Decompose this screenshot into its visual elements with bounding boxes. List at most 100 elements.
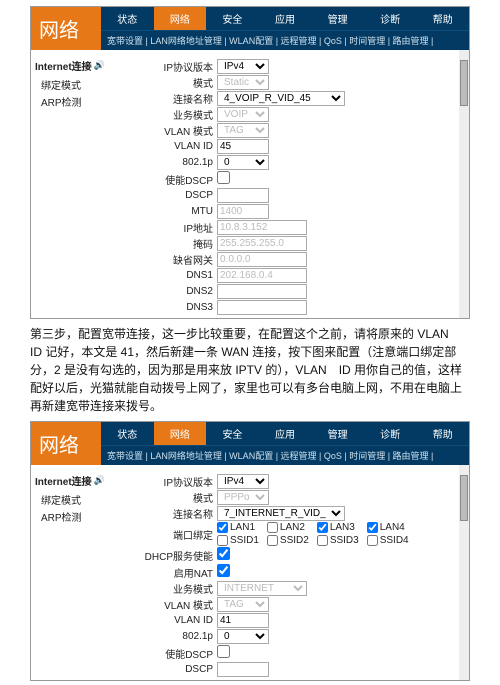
input-DSCP[interactable] — [217, 188, 269, 203]
field-label: DNS2 — [117, 286, 217, 297]
tab-应用[interactable]: 应用 — [259, 7, 312, 30]
field-label: 802.1p — [117, 631, 217, 642]
form-row: 业务模式VOIP — [117, 107, 463, 122]
tab-网络[interactable]: 网络 — [154, 422, 207, 445]
field-label: 使能DSCP — [117, 172, 217, 187]
input-掩码[interactable] — [217, 236, 307, 251]
checkbox-DHCP服务使能[interactable] — [217, 547, 230, 560]
field-label: IP协议版本 — [117, 474, 217, 489]
select-IP协议版本[interactable]: IPv4 — [217, 474, 269, 489]
select-业务模式[interactable]: INTERNET — [217, 581, 307, 596]
port-SSID2[interactable]: SSID2 — [267, 535, 309, 546]
sidebar: Internet连接 绑定模式 ARP检测 — [31, 50, 111, 318]
input-VLAN ID[interactable] — [217, 613, 269, 628]
port-SSID4[interactable]: SSID4 — [367, 535, 409, 546]
field-label: 缺省网关 — [117, 252, 217, 267]
select-VLAN 模式[interactable]: TAG — [217, 123, 269, 138]
field-label: 连接名称 — [117, 506, 217, 521]
checkbox-使能DSCP[interactable] — [217, 645, 230, 658]
form-row: VLAN ID — [117, 613, 463, 628]
tab-安全[interactable]: 安全 — [206, 7, 259, 30]
port-LAN1[interactable]: LAN1 — [217, 522, 259, 533]
checkbox-SSID1[interactable] — [217, 535, 228, 546]
select-VLAN 模式[interactable]: TAG — [217, 597, 269, 612]
sidebar-item[interactable]: ARP检测 — [41, 94, 109, 109]
form-row: DHCP服务使能 — [117, 547, 463, 563]
tab-诊断[interactable]: 诊断 — [364, 422, 417, 445]
tab-状态[interactable]: 状态 — [101, 7, 154, 30]
input-DSCP[interactable] — [217, 662, 269, 677]
port-SSID3[interactable]: SSID3 — [317, 535, 359, 546]
form-row: 掩码 — [117, 236, 463, 251]
form-row: DSCP — [117, 662, 463, 677]
main-tabs: 状态网络安全应用管理诊断帮助 — [101, 7, 469, 30]
checkbox-LAN2[interactable] — [267, 522, 278, 533]
field-label: VLAN 模式 — [117, 123, 217, 138]
input-缺省网关[interactable] — [217, 252, 307, 267]
field-label: 业务模式 — [117, 107, 217, 122]
form-row: 连接名称4_VOIP_R_VID_45 — [117, 91, 463, 106]
select-业务模式[interactable]: VOIP — [217, 107, 269, 122]
checkbox-SSID2[interactable] — [267, 535, 278, 546]
checkbox-LAN4[interactable] — [367, 522, 378, 533]
input-IP地址[interactable] — [217, 220, 307, 235]
select-连接名称[interactable]: 4_VOIP_R_VID_45 — [217, 91, 345, 106]
select-IP协议版本[interactable]: IPv4 — [217, 59, 269, 74]
port-LAN3[interactable]: LAN3 — [317, 522, 359, 533]
scrollbar-thumb[interactable] — [460, 475, 468, 521]
sidebar-title[interactable]: Internet连接 — [35, 58, 109, 73]
form-row: 模式Static — [117, 75, 463, 90]
checkbox-LAN3[interactable] — [317, 522, 328, 533]
tab-帮助[interactable]: 帮助 — [416, 422, 469, 445]
form-row: DNS1 — [117, 268, 463, 283]
select-802.1p[interactable]: 0 — [217, 155, 269, 170]
form-row: IP协议版本IPv4 — [117, 474, 463, 489]
tab-状态[interactable]: 状态 — [101, 422, 154, 445]
sub-nav[interactable]: 宽带设置 | LAN网络地址管理 | WLAN配置 | 远程管理 | QoS |… — [101, 30, 469, 50]
tab-应用[interactable]: 应用 — [259, 422, 312, 445]
select-802.1p[interactable]: 0 — [217, 629, 269, 644]
tab-网络[interactable]: 网络 — [154, 7, 207, 30]
field-label: 掩码 — [117, 236, 217, 251]
form-row: MTU — [117, 204, 463, 219]
tab-安全[interactable]: 安全 — [206, 422, 259, 445]
input-VLAN ID[interactable] — [217, 139, 269, 154]
select-连接名称[interactable]: 7_INTERNET_R_VID_* — [217, 506, 345, 521]
checkbox-使能DSCP[interactable] — [217, 171, 230, 184]
checkbox-SSID3[interactable] — [317, 535, 328, 546]
port-LAN2[interactable]: LAN2 — [267, 522, 309, 533]
sidebar-title[interactable]: Internet连接 — [35, 473, 109, 488]
sidebar-item[interactable]: ARP检测 — [41, 509, 109, 524]
form-row: 模式PPPoE — [117, 490, 463, 505]
tab-诊断[interactable]: 诊断 — [364, 7, 417, 30]
form-row: 使能DSCP — [117, 645, 463, 661]
field-label: VLAN ID — [117, 141, 217, 152]
scrollbar-thumb[interactable] — [460, 60, 468, 106]
port-LAN4[interactable]: LAN4 — [367, 522, 409, 533]
input-DNS2[interactable] — [217, 284, 307, 299]
input-DNS3[interactable] — [217, 300, 307, 315]
checkbox-LAN1[interactable] — [217, 522, 228, 533]
field-label: MTU — [117, 206, 217, 217]
port-SSID1[interactable]: SSID1 — [217, 535, 259, 546]
tab-管理[interactable]: 管理 — [311, 7, 364, 30]
select-模式[interactable]: Static — [217, 75, 269, 90]
router-admin-panel-2: 网络 状态网络安全应用管理诊断帮助 宽带设置 | LAN网络地址管理 | WLA… — [30, 421, 470, 681]
tab-管理[interactable]: 管理 — [311, 422, 364, 445]
checkbox-SSID4[interactable] — [367, 535, 378, 546]
speaker-icon — [94, 60, 105, 71]
select-模式[interactable]: PPPoE — [217, 490, 269, 505]
scrollbar[interactable] — [459, 465, 469, 680]
sub-nav[interactable]: 宽带设置 | LAN网络地址管理 | WLAN配置 | 远程管理 | QoS |… — [101, 445, 469, 465]
form-row: 业务模式INTERNET — [117, 581, 463, 596]
input-MTU[interactable] — [217, 204, 269, 219]
sidebar-item[interactable]: 绑定模式 — [41, 492, 109, 507]
scrollbar[interactable] — [459, 50, 469, 318]
router-admin-panel-1: 网络 状态网络安全应用管理诊断帮助 宽带设置 | LAN网络地址管理 | WLA… — [30, 6, 470, 319]
form-row: IP协议版本IPv4 — [117, 59, 463, 74]
input-DNS1[interactable] — [217, 268, 307, 283]
tab-帮助[interactable]: 帮助 — [416, 7, 469, 30]
form-row: DNS2 — [117, 284, 463, 299]
field-label: 802.1p — [117, 157, 217, 168]
sidebar-item[interactable]: 绑定模式 — [41, 77, 109, 92]
